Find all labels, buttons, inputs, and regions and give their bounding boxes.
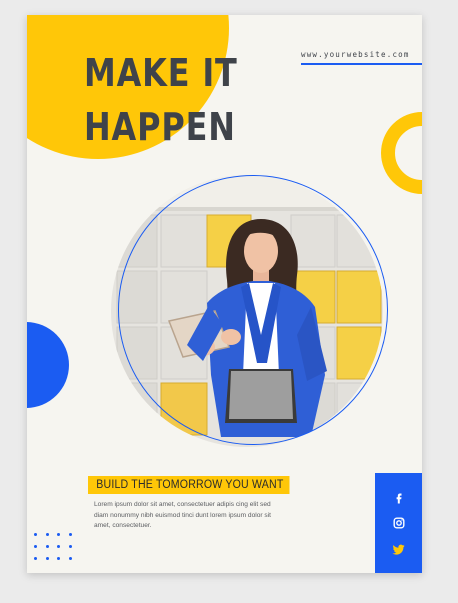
body-paragraph: Lorem ipsum dolor sit amet, consectetuer… — [94, 501, 272, 530]
headline-line-1: MAKE IT — [84, 51, 238, 95]
social-links-bar — [375, 473, 422, 573]
website-url: www.yourwebsite.com — [301, 50, 410, 59]
dot-grid-decoration — [34, 533, 72, 560]
facebook-icon[interactable] — [392, 491, 406, 505]
photo-outline-ring — [118, 175, 388, 445]
yellow-ring-decoration — [381, 112, 422, 194]
headline-line-2: HAPPEN — [84, 105, 236, 149]
flyer-poster: MAKE IT HAPPEN www.yourwebsite.com BUILD… — [27, 15, 422, 573]
blue-circle-decoration — [27, 322, 69, 408]
headline: MAKE IT HAPPEN — [84, 46, 238, 154]
tagline-banner: BUILD THE TOMORROW YOU WANT — [88, 476, 290, 494]
instagram-icon[interactable] — [392, 516, 406, 530]
website-underline — [301, 63, 422, 65]
twitter-icon[interactable] — [392, 542, 406, 556]
